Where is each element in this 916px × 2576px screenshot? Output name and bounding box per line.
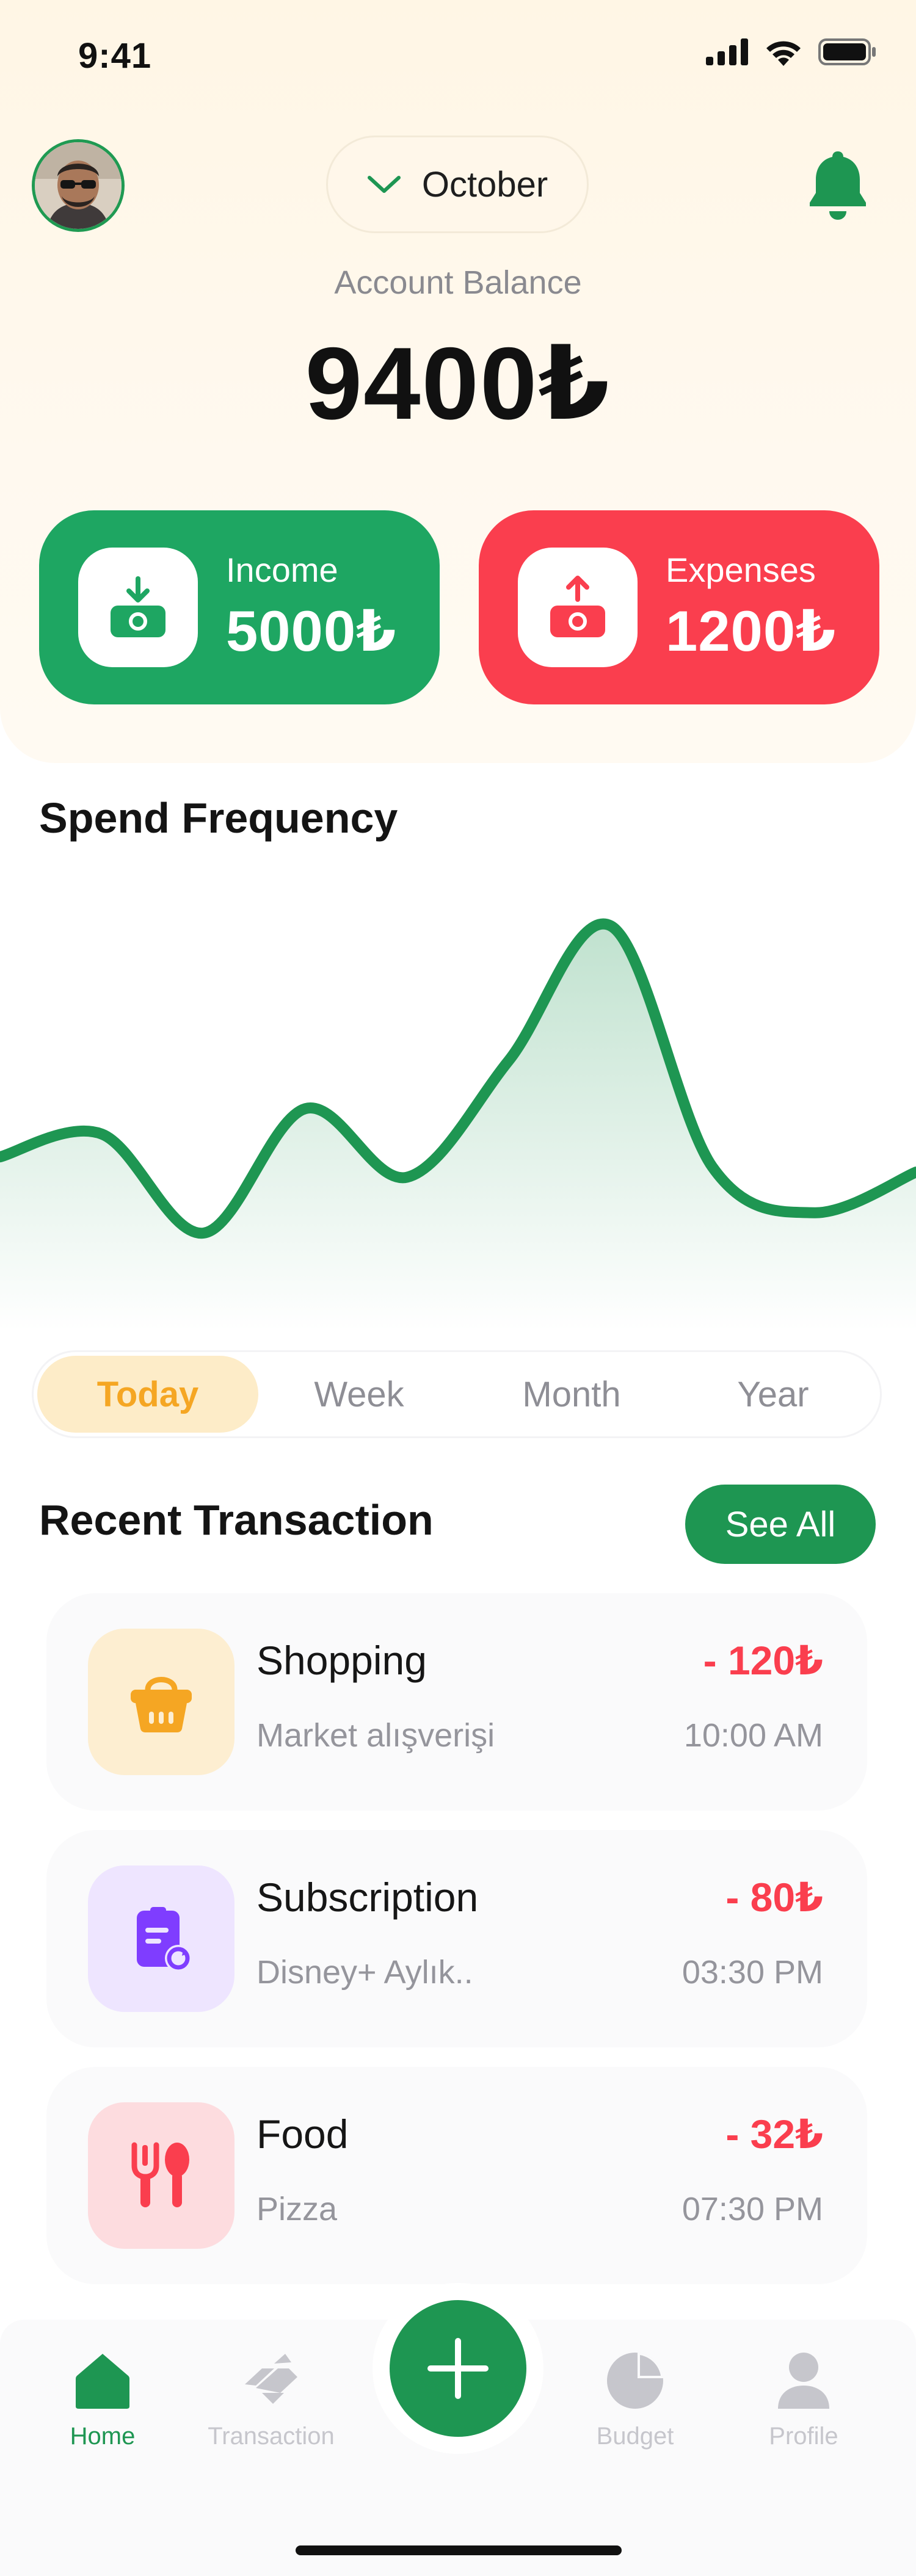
notification-bell-icon[interactable] (807, 149, 868, 222)
transaction-subtitle: Market alışverişi (256, 1717, 495, 1754)
wallet-download-icon (111, 576, 165, 637)
avatar-image (35, 142, 122, 229)
nav-budget-label: Budget (596, 2423, 674, 2450)
income-label: Income (226, 551, 338, 589)
income-icon-box (78, 548, 198, 667)
home-indicator (296, 2545, 622, 2555)
nav-transaction-label: Transaction (208, 2423, 335, 2450)
shopping-icon-box (88, 1629, 234, 1775)
tab-month[interactable]: Month (461, 1356, 682, 1433)
avatar[interactable] (32, 139, 125, 232)
see-all-button[interactable]: See All (685, 1485, 876, 1564)
restaurant-icon (131, 2142, 189, 2207)
battery-icon (818, 38, 876, 65)
transaction-amount: - 32₺ (725, 2111, 823, 2157)
expenses-value: 1200₺ (666, 599, 837, 663)
shopping-basket-icon (131, 1677, 192, 1732)
nav-budget[interactable]: Budget (550, 2350, 721, 2450)
home-icon (76, 2354, 129, 2409)
balance-label: Account Balance (334, 264, 582, 301)
status-icons (706, 38, 877, 66)
balance-value: 9400₺ (305, 326, 611, 441)
transaction-time: 10:00 AM (683, 1717, 823, 1754)
transaction-title: Subscription (256, 1875, 479, 1920)
subscription-bill-icon (137, 1907, 192, 1972)
tab-year[interactable]: Year (663, 1356, 884, 1433)
wallet-upload-icon (550, 576, 605, 637)
add-button[interactable] (390, 2300, 526, 2437)
transaction-item[interactable]: Shopping Market alışverişi - 120₺ 10:00 … (46, 1593, 867, 1811)
spend-frequency-chart (0, 918, 916, 1331)
cellular-signal-icon (706, 38, 748, 65)
chevron-down-icon (367, 176, 401, 193)
month-label: October (421, 164, 548, 204)
tab-today[interactable]: Today (37, 1356, 258, 1433)
transaction-time: 03:30 PM (682, 1954, 823, 1991)
recent-transaction-title: Recent Transaction (39, 1496, 434, 1544)
expenses-label: Expenses (666, 551, 816, 589)
expenses-icon-box (518, 548, 638, 667)
transaction-amount: - 120₺ (703, 1638, 823, 1683)
transaction-title: Food (256, 2111, 349, 2157)
spend-frequency-title: Spend Frequency (39, 794, 398, 842)
food-icon-box (88, 2102, 234, 2249)
wifi-icon (766, 41, 801, 66)
user-icon (778, 2353, 829, 2409)
nav-profile[interactable]: Profile (718, 2350, 889, 2450)
home-screen: 9:41 October Account Balance 9400₺ Incom… (0, 0, 916, 2576)
transaction-subtitle: Pizza (256, 2191, 338, 2227)
nav-profile-label: Profile (769, 2423, 838, 2450)
income-value: 5000₺ (226, 599, 397, 663)
subscription-icon-box (88, 1865, 234, 2012)
expenses-card[interactable]: Expenses 1200₺ (479, 510, 879, 704)
status-bar: 9:41 (0, 0, 916, 110)
transaction-time: 07:30 PM (682, 2191, 823, 2227)
range-tabs: Today Week Month Year (32, 1350, 882, 1438)
pie-chart-icon (607, 2353, 663, 2409)
income-card[interactable]: Income 5000₺ (39, 510, 440, 704)
transaction-title: Shopping (256, 1638, 427, 1683)
transaction-amount: - 80₺ (725, 1875, 823, 1920)
nav-transaction[interactable]: Transaction (186, 2350, 357, 2450)
month-selector[interactable]: October (326, 136, 589, 233)
status-time: 9:41 (78, 36, 152, 76)
transaction-arrows-icon (245, 2354, 297, 2404)
nav-home[interactable]: Home (17, 2350, 188, 2450)
plus-icon (427, 2338, 489, 2399)
tab-week[interactable]: Week (249, 1356, 470, 1433)
nav-home-label: Home (70, 2423, 136, 2450)
transaction-item[interactable]: Food Pizza - 32₺ 07:30 PM (46, 2067, 867, 2284)
transaction-subtitle: Disney+ Aylık.. (256, 1954, 473, 1991)
transaction-item[interactable]: Subscription Disney+ Aylık.. - 80₺ 03:30… (46, 1830, 867, 2047)
